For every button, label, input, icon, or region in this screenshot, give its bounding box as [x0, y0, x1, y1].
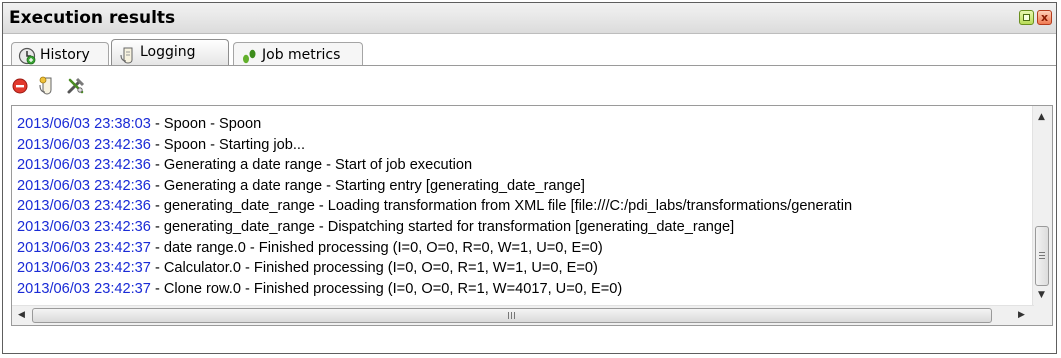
log-message: - Calculator.0 - Finished processing (I=… [150, 260, 598, 277]
panel-title: Execution results [9, 8, 176, 28]
vertical-scrollbar[interactable]: ▲ ▼ [1032, 106, 1052, 307]
scrollbar-corner [1033, 306, 1052, 325]
tab-logging[interactable]: Logging [111, 39, 229, 66]
log-message: - Spoon - Spoon [150, 116, 262, 132]
log-line: 2013/06/03 23:42:36 - Generating a date … [17, 176, 852, 197]
panel-titlebar: Execution results x [3, 3, 1056, 34]
log-line: 2013/06/03 23:42:36 - generating_date_ra… [17, 217, 852, 238]
execution-results-panel: Execution results x History Logging Job … [2, 2, 1057, 354]
log-message: - date range.0 - Finished processing (I=… [150, 239, 603, 256]
log-message: - generating_date_range - Dispatching st… [150, 218, 735, 235]
log-message: - Generating a date range - Start of job… [150, 157, 473, 174]
scroll-down-icon[interactable]: ▼ [1038, 290, 1045, 300]
maximize-icon[interactable] [1019, 10, 1034, 25]
log-timestamp: 2013/06/03 23:42:37 [17, 260, 151, 277]
log-timestamp: 2013/06/03 23:42:36 [17, 177, 151, 194]
tab-divider [3, 65, 1056, 66]
tab-logging-label: Logging [140, 44, 196, 60]
log-line: 2013/06/03 23:42:37 - Clone row.0 - Fini… [17, 279, 852, 300]
horizontal-scrollbar[interactable]: ◀ ▶ [12, 305, 1034, 325]
scroll-right-icon[interactable]: ▶ [1018, 310, 1025, 320]
log-timestamp: 2013/06/03 23:42:36 [17, 157, 151, 174]
tab-history[interactable]: History [11, 42, 109, 66]
log-message: - Spoon - Starting job... [150, 136, 306, 153]
log-line: 2013/06/03 23:42:37 - Calculator.0 - Fin… [17, 258, 852, 279]
log-message: - generating_date_range - Loading transf… [150, 198, 853, 215]
log-line: 2013/06/03 23:42:36 - Generating a date … [17, 155, 852, 176]
log-line: 2013/06/03 23:42:36 - generating_date_ra… [17, 196, 852, 217]
log-line: 2013/06/03 23:38:03 - Spoon - Spoon [17, 114, 852, 135]
history-icon [18, 47, 36, 65]
log-lines: 2013/06/03 23:38:03 - Spoon - Spoon 2013/… [17, 114, 852, 299]
tab-job-metrics-label: Job metrics [262, 47, 341, 63]
log-line: 2013/06/03 23:42:37 - date range.0 - Fin… [17, 238, 852, 259]
tab-history-label: History [40, 47, 90, 63]
log-timestamp: 2013/06/03 23:42:36 [17, 198, 151, 215]
log-message: - Generating a date range - Starting ent… [150, 177, 585, 194]
log-timestamp: 2013/06/03 23:42:37 [17, 239, 151, 256]
log-timestamp: 2013/06/03 23:42:36 [17, 218, 151, 235]
log-line: 2013/06/03 23:42:36 - Spoon - Starting j… [17, 135, 852, 156]
log-timestamp: 2013/06/03 23:38:03 [17, 116, 151, 132]
log-timestamp: 2013/06/03 23:42:36 [17, 136, 151, 153]
settings-icon[interactable] [65, 75, 87, 97]
clear-log-icon[interactable] [35, 75, 57, 97]
scroll-up-icon[interactable]: ▲ [1038, 112, 1045, 122]
logging-icon [120, 47, 133, 64]
close-icon[interactable]: x [1037, 10, 1052, 25]
vertical-scroll-thumb[interactable] [1035, 226, 1049, 286]
log-message: - Clone row.0 - Finished processing (I=0… [150, 280, 623, 297]
scroll-left-icon[interactable]: ◀ [18, 310, 25, 320]
log-text-area[interactable]: 2013/06/03 23:38:03 - Spoon - Spoon 2013/… [11, 105, 1053, 326]
log-timestamp: 2013/06/03 23:42:37 [17, 280, 151, 297]
stop-icon[interactable] [9, 75, 31, 97]
horizontal-scroll-thumb[interactable] [32, 308, 992, 323]
tab-job-metrics[interactable]: Job metrics [233, 42, 363, 66]
job-metrics-icon [243, 49, 256, 64]
